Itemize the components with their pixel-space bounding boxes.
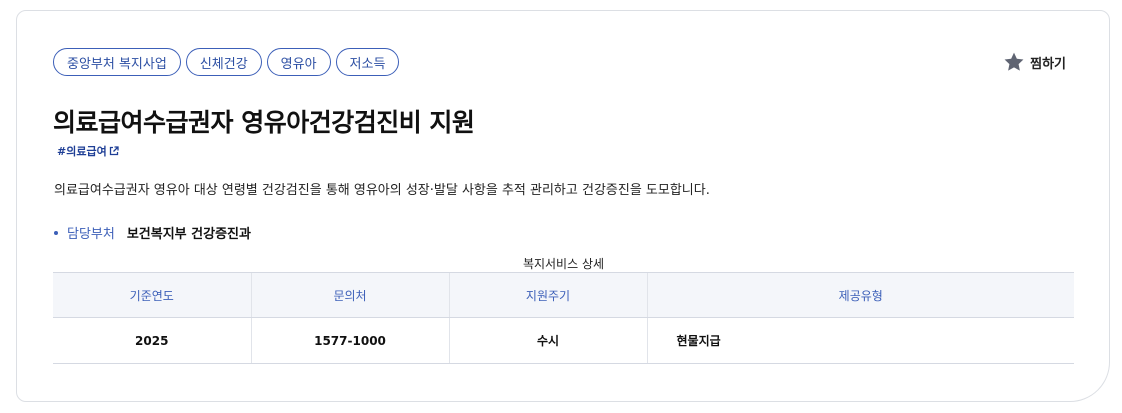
service-card: 중앙부처 복지사업 신체건강 영유아 저소득 찜하기 의료급여수급권자 영유아건… [16, 10, 1110, 402]
cell-support-cycle: 수시 [448, 317, 647, 364]
department-value: 보건복지부 건강증진과 [126, 227, 251, 242]
keyword-link[interactable]: #의료급여 [57, 143, 119, 159]
bookmark-label: 찜하기 [1030, 56, 1066, 72]
keyword-label: #의료급여 [57, 145, 107, 158]
service-description: 의료급여수급권자 영유아 대상 연령별 건강검진을 통해 영유아의 성장·발달 … [54, 183, 710, 198]
header-base-year: 기준연도 [53, 272, 251, 318]
cell-contact: 1577-1000 [250, 317, 449, 364]
tag-low-income[interactable]: 저소득 [335, 48, 400, 76]
cell-provision-type: 현물지급 [646, 317, 1074, 364]
department-row: 담당부처 보건복지부 건강증진과 [54, 223, 251, 242]
header-provision-type: 제공유형 [646, 272, 1074, 318]
external-link-icon [109, 146, 119, 156]
table-caption: 복지서비스 상세 [522, 257, 605, 271]
bullet-icon [54, 230, 58, 235]
header-contact: 문의처 [250, 272, 449, 318]
tag-infant[interactable]: 영유아 [266, 48, 331, 76]
department-label: 담당부처 [67, 227, 115, 242]
service-detail-table: 기준연도 문의처 지원주기 제공유형 2025 1577-1000 수시 현물지… [53, 272, 1074, 364]
cell-base-year: 2025 [53, 317, 251, 364]
table-header-row: 기준연도 문의처 지원주기 제공유형 [53, 272, 1074, 318]
tag-physical-health[interactable]: 신체건강 [185, 48, 262, 76]
tag-list: 중앙부처 복지사업 신체건강 영유아 저소득 [53, 48, 400, 76]
page-title: 의료급여수급권자 영유아건강검진비 지원 [53, 108, 475, 137]
bookmark-button[interactable]: 찜하기 [1003, 51, 1066, 73]
header-support-cycle: 지원주기 [448, 272, 647, 318]
star-icon [1004, 52, 1024, 71]
tag-central-welfare[interactable]: 중앙부처 복지사업 [53, 48, 181, 76]
table-row: 2025 1577-1000 수시 현물지급 [53, 317, 1074, 364]
